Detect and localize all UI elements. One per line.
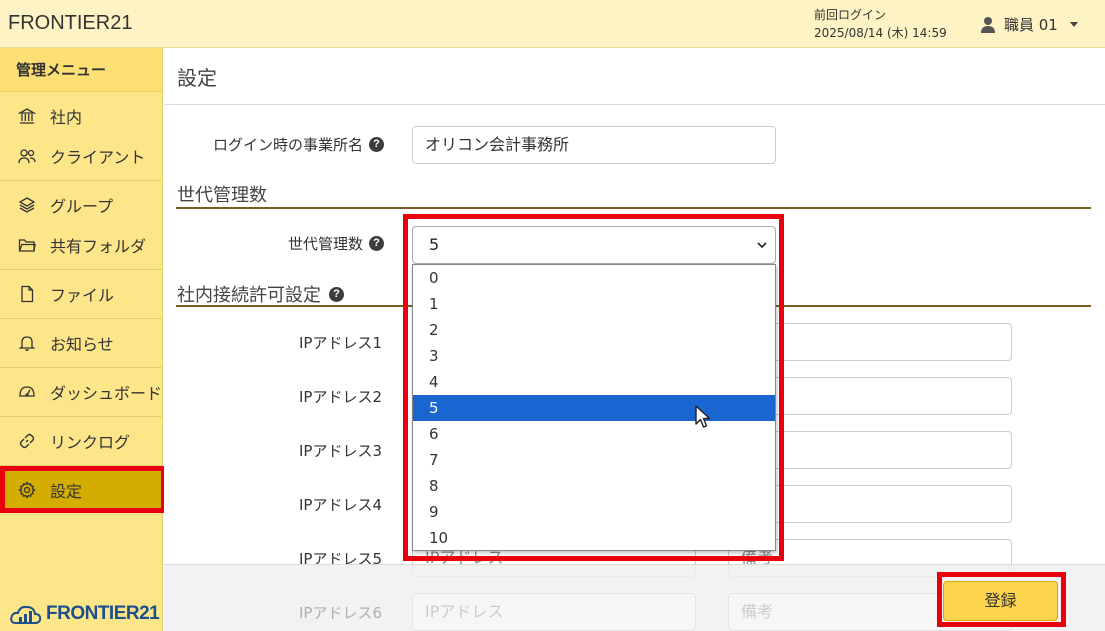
help-icon[interactable]: ? [329,286,344,302]
sidebar-item-groups[interactable]: グループ [0,185,162,225]
users-icon [18,149,36,164]
sidebar-item-label: お知らせ [50,335,114,354]
logo-text: FRONTIER21 [46,603,160,624]
settings-highlight [0,466,166,513]
user-icon [981,16,995,33]
sidebar-item-notices[interactable]: お知らせ [0,323,162,363]
generation-section-divider [176,207,1091,209]
menu-group-linklog: リンクログ [0,417,162,466]
office-name-field[interactable]: オリコン会計事務所 [412,126,776,164]
ip-field-6[interactable]: IPアドレス [412,593,696,631]
sidebar-item-label: クライアント [50,148,146,167]
ip-section-title: 社内接続許可設定 ? [177,281,344,307]
cloud-chart-icon [10,605,42,624]
layers-icon [18,197,36,213]
top-header: FRONTIER21 前回ログイン 2025/08/14 (木) 14:59 職… [0,0,1105,48]
ip-label-1: IPアドレス1 [184,332,382,353]
menu-group-notices: お知らせ [0,319,162,368]
save-button-highlight [937,572,1066,627]
ip-label-4: IPアドレス4 [184,494,382,515]
sidebar-item-clients[interactable]: クライアント [0,136,162,176]
sidebar-item-shared-folder[interactable]: 共有フォルダ [0,225,162,265]
help-icon[interactable]: ? [369,137,384,152]
office-name-label: ログイン時の事業所名 [212,136,363,154]
ip-label-text: IPアドレス2 [298,388,382,406]
sidebar: 管理メニュー 社内 クライアント グループ 共有フォルダ ファイル お知らせ ダ… [0,48,163,631]
ip-label-3: IPアドレス3 [184,440,382,461]
user-name: 職員 01 [1004,16,1058,34]
menu-group-dashboard: ダッシュボード [0,368,162,417]
office-name-label-row: ログイン時の事業所名 ? [184,134,384,155]
help-icon[interactable]: ? [369,236,384,251]
ip-label-2: IPアドレス2 [184,386,382,407]
menu-title: 管理メニュー [0,48,162,92]
ip-label-6: IPアドレス6 [184,602,382,623]
ip-label-text: IPアドレス6 [298,604,382,622]
generation-label-row: 世代管理数 ? [184,233,384,254]
app-title: FRONTIER21 [8,12,133,34]
sidebar-item-link-log[interactable]: リンクログ [0,421,162,461]
link-icon [19,433,35,449]
generation-section-title: 世代管理数 [177,181,267,207]
dashboard-icon [19,386,35,397]
sidebar-item-company[interactable]: 社内 [0,96,162,136]
sidebar-item-label: 共有フォルダ [50,237,147,256]
user-menu[interactable]: 職員 01 [980,14,1078,35]
sidebar-item-label: ファイル [50,286,115,305]
generation-section-title-text: 世代管理数 [177,185,267,206]
page-title: 設定 [177,66,217,90]
sidebar-item-dashboard[interactable]: ダッシュボード [0,372,162,412]
last-login-time: 2025/08/14 (木) 14:59 [814,26,947,40]
sidebar-item-label: グループ [50,197,114,216]
menu-group-groups: グループ 共有フォルダ [0,181,162,270]
sidebar-item-label: リンクログ [50,433,131,452]
file-icon [21,285,34,303]
bell-icon [18,336,36,351]
dropdown-highlight [403,214,784,561]
title-divider [164,104,1105,105]
sidebar-item-label: ダッシュボード [50,384,163,403]
generation-label: 世代管理数 [287,235,363,253]
last-login-info: 前回ログイン 2025/08/14 (木) 14:59 [814,6,947,42]
menu-group-company: 社内 クライアント [0,92,162,181]
ip-label-text: IPアドレス4 [298,496,382,514]
last-login-label: 前回ログイン [814,8,887,22]
ip-section-title-text: 社内接続許可設定 [177,285,321,306]
brand-logo: FRONTIER21 [10,603,160,625]
ip-label-text: IPアドレス1 [298,334,382,352]
sidebar-item-label: 社内 [50,108,83,127]
folder-icon [18,239,36,252]
menu-group-files: ファイル [0,270,162,319]
building-icon [18,108,36,124]
chevron-down-icon [1069,22,1078,27]
ip-label-text: IPアドレス3 [298,442,382,460]
sidebar-item-files[interactable]: ファイル [0,274,162,314]
